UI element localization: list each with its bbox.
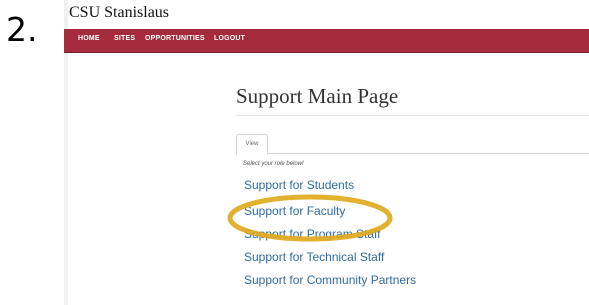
tab-bar-line xyxy=(236,153,589,154)
support-students-link[interactable]: Support for Students xyxy=(244,178,354,192)
support-community-partners-link[interactable]: Support for Community Partners xyxy=(244,273,416,287)
support-technical-staff-link[interactable]: Support for Technical Staff xyxy=(244,250,384,264)
main-navbar: HOME SITES OPPORTUNITIES LOGOUT xyxy=(64,29,589,53)
nav-logout-link[interactable]: LOGOUT xyxy=(214,35,245,42)
support-faculty-link[interactable]: Support for Faculty xyxy=(244,204,345,218)
support-program-staff-link[interactable]: Support for Program Staff xyxy=(244,227,381,241)
screenshot-panel: CSU Stanislaus HOME SITES OPPORTUNITIES … xyxy=(64,0,589,305)
nav-home-link[interactable]: HOME xyxy=(78,35,100,42)
site-title: CSU Stanislaus xyxy=(69,4,170,21)
role-hint: Select your role below! xyxy=(243,161,304,167)
page-title: Support Main Page xyxy=(236,84,399,108)
nav-sites-link[interactable]: SITES xyxy=(114,35,135,42)
title-divider xyxy=(236,115,589,116)
nav-opportunities-link[interactable]: OPPORTUNITIES xyxy=(145,35,205,42)
tab-view[interactable]: View xyxy=(236,134,268,155)
step-number: 2. xyxy=(6,10,38,49)
